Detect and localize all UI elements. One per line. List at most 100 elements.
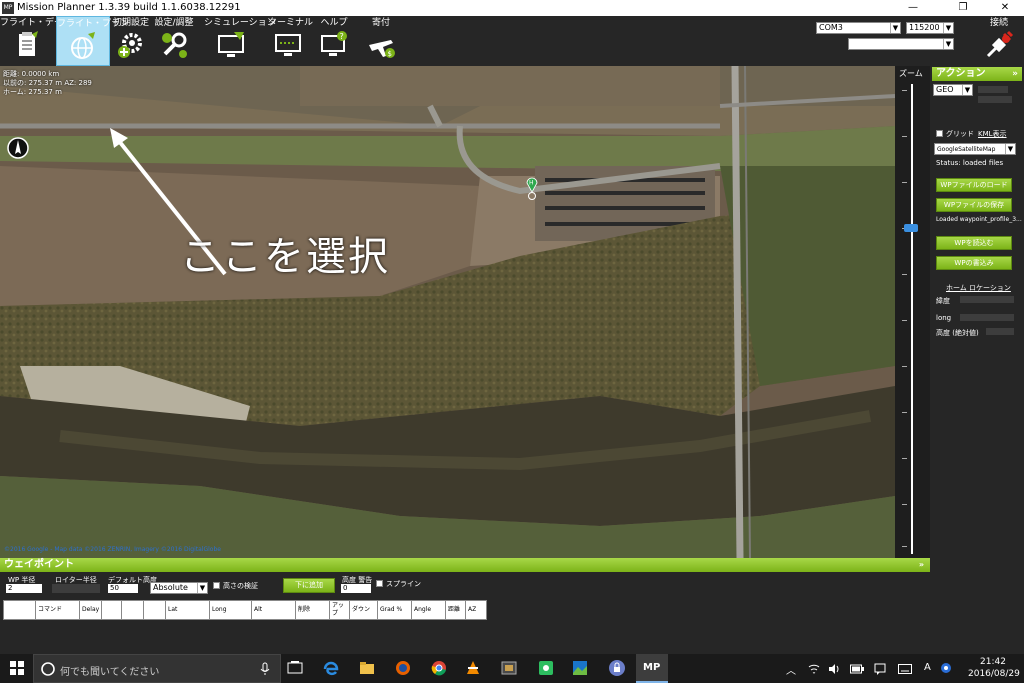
taskbar: 何でも聞いてください MP ︿ A 21:42 2016/08/29 [0,654,1024,683]
column-header-delete[interactable]: 削除 [296,601,330,619]
media-app-icon[interactable] [500,659,518,677]
keyboard-icon[interactable] [898,664,912,674]
column-header-alt[interactable]: Alt [252,601,296,619]
tab-config-tuning[interactable]: 設定/調整 [154,16,194,66]
edge-icon[interactable] [322,659,340,677]
verify-height-checkbox[interactable] [213,582,220,589]
profile-select[interactable]: ▼ [848,38,954,50]
firefox-icon[interactable] [394,659,412,677]
column-header-up[interactable]: アップ [330,601,350,619]
write-wp-button[interactable]: WPの書込み [936,256,1012,270]
volume-icon[interactable] [828,663,840,675]
tab-simulation[interactable]: シミュレーション [204,16,276,66]
ime-mode-icon[interactable] [940,662,952,674]
loiter-radius-input[interactable] [52,584,100,593]
collapse-icon[interactable]: » [1012,67,1018,81]
column-header-dist[interactable]: 距離 [446,601,466,619]
coord-value-hidden [978,86,1008,93]
add-below-button[interactable]: 下に追加 [283,578,335,593]
map-view[interactable]: 距離: 0.0000 km 以前の: 275.37 m AZ: 289 ホーム:… [0,66,895,558]
collapse-icon[interactable]: » [919,558,924,572]
column-header-down[interactable]: ダウン [350,601,378,619]
kml-link[interactable]: KML表示 [978,129,1007,139]
grid-checkbox[interactable] [936,130,943,137]
mission-planner-taskbar-button[interactable]: MP [636,654,668,683]
tray-chevron-icon[interactable]: ︿ [786,662,796,677]
clock-date[interactable]: 2016/08/29 [968,669,1020,679]
column-header-lat[interactable]: Lat [166,601,210,619]
home-lat-label: 緯度 [936,297,950,305]
zoom-tick [902,182,907,183]
tab-flight-data[interactable]: フライト・データ [0,16,72,66]
tab-donate[interactable]: 寄付 $ [362,16,400,66]
zoom-slider-thumb[interactable] [904,224,918,233]
wp-radius-input[interactable]: 2 [6,584,42,593]
close-button[interactable]: ✕ [990,0,1020,16]
coord-mode-select[interactable]: GEO ▼ [933,84,973,96]
chrome-icon[interactable] [430,659,448,677]
ime-indicator[interactable]: A [924,662,931,673]
tab-terminal[interactable]: ターミナル [268,16,314,66]
read-wp-button[interactable]: WPを読込む [936,236,1012,250]
waypoint-table-header: コマンド Delay Lat Long Alt 削除 アップ ダウン Grad … [3,600,487,620]
alt-mode-select[interactable]: Absolute ▼ [150,582,208,594]
home-long-value[interactable] [960,314,1014,321]
tab-help-label: ヘルプ [320,18,348,28]
default-alt-input[interactable]: 50 [108,584,138,593]
waypoint-panel: ウェイポイント » WP 半径 2 ロイター半径 デフォルト高度 50 Abso… [0,558,930,654]
column-header-grad[interactable]: Grad % [378,601,412,619]
alt-warning-input[interactable]: 0 [341,584,371,593]
wifi-icon[interactable] [808,663,820,675]
column-header-long[interactable]: Long [210,601,252,619]
column-header-az[interactable]: AZ [466,601,486,619]
wrench-icon [162,32,187,58]
plane-dollar-icon: $ [369,40,395,58]
home-long-label: long [936,314,952,322]
column-header-command[interactable]: コマンド [36,601,80,619]
waypoint-panel-header[interactable]: ウェイポイント » [0,558,930,572]
column-header[interactable] [122,601,144,619]
connect-button[interactable]: 接続 [975,16,1023,66]
battery-icon[interactable] [850,664,864,674]
home-alt-value[interactable] [986,328,1014,335]
column-header-delay[interactable]: Delay [80,601,102,619]
minimize-button[interactable]: — [898,0,928,16]
action-panel-header[interactable]: アクション » [932,67,1022,81]
column-header[interactable] [102,601,122,619]
notification-icon[interactable] [874,663,886,675]
evernote-icon[interactable] [537,659,555,677]
tab-initial-setup[interactable]: 初期設定 [112,16,150,66]
distance-readout: 距離: 0.0000 km [3,70,60,78]
photo-app-icon[interactable] [571,659,589,677]
column-header[interactable] [4,601,36,619]
windows-start-icon[interactable] [8,659,26,677]
zoom-track[interactable] [911,84,913,554]
home-marker-icon[interactable]: H [526,176,538,193]
search-box[interactable]: 何でも聞いてください [33,654,281,683]
load-wp-file-button[interactable]: WPファイルのロード [936,178,1012,192]
spline-checkbox[interactable] [376,580,383,587]
tab-terminal-label: ターミナル [268,18,314,28]
clock-time[interactable]: 21:42 [980,657,1006,667]
tab-help[interactable]: ヘルプ ? [316,16,352,66]
baud-rate-select[interactable]: 115200 ▼ [906,22,954,34]
window-title: Mission Planner 1.3.39 build 1.1.6038.12… [17,2,241,13]
microphone-icon[interactable] [260,662,270,676]
column-header-angle[interactable]: Angle [412,601,446,619]
lock-app-icon[interactable] [608,659,626,677]
file-explorer-icon[interactable] [358,659,376,677]
home-lat-value[interactable] [960,296,1014,303]
cortana-icon [41,662,55,676]
task-view-icon[interactable] [286,659,304,677]
vlc-icon[interactable] [464,659,482,677]
map-type-select[interactable]: GoogleSatelliteMap ▼ [934,143,1016,155]
chevron-down-icon: ▼ [890,23,900,33]
tab-flight-plan[interactable]: フライト・プラン [56,16,129,66]
home-location-link[interactable]: ホーム ロケーション [946,283,1011,293]
column-header[interactable] [144,601,166,619]
restore-button[interactable]: ❐ [948,0,978,16]
save-wp-file-button[interactable]: WPファイルの保存 [936,198,1012,212]
main-toolbar: フライト・データ フライト・プラン 初期設定 設定/調整 シミュレーション ター… [0,16,1024,66]
connect-label: 接続 [989,18,1008,28]
com-port-select[interactable]: COM3 ▼ [816,22,901,34]
